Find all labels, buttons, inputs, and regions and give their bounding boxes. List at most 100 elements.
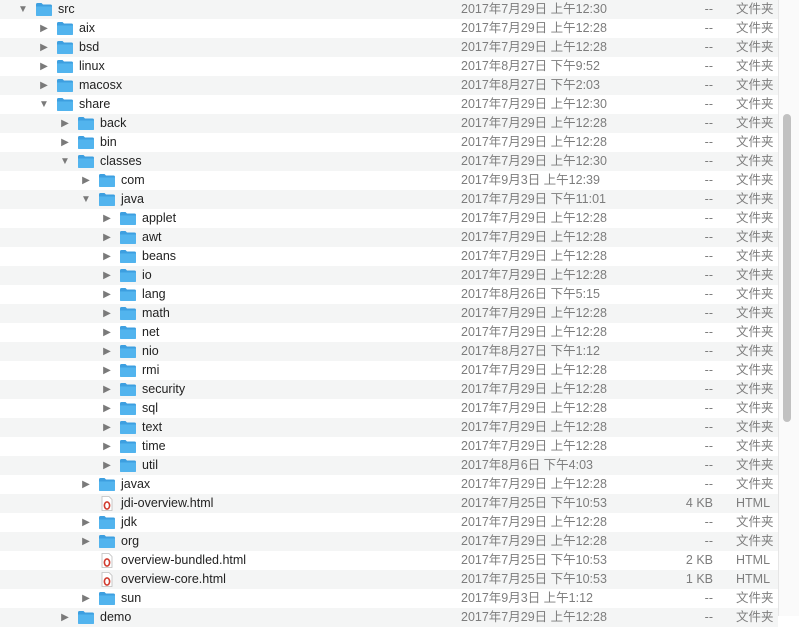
disclosure-triangle-right-icon[interactable]: ▶ [102, 399, 112, 418]
folder-row[interactable]: ▶ linux 2017年8月27日 下午9:52 -- 文件夹 [0, 57, 778, 76]
folder-row[interactable]: ▼ share 2017年7月29日 上午12:30 -- 文件夹 [0, 95, 778, 114]
item-name: net [142, 325, 160, 339]
disclosure-triangle-right-icon[interactable]: ▶ [102, 418, 112, 437]
disclosure-triangle-right-icon[interactable]: ▶ [102, 456, 112, 475]
disclosure-triangle-right-icon[interactable]: ▶ [102, 209, 112, 228]
folder-row[interactable]: ▶ rmi 2017年7月29日 上午12:28 -- 文件夹 [0, 361, 778, 380]
file-row[interactable]: overview-core.html 2017年7月25日 下午10:53 1 KB… [0, 570, 778, 589]
folder-row[interactable]: ▶ back 2017年7月29日 上午12:28 -- 文件夹 [0, 114, 778, 133]
item-size: -- [704, 59, 713, 73]
file-row[interactable]: overview-bundled.html 2017年7月25日 下午10:53 2… [0, 551, 778, 570]
folder-icon [119, 268, 137, 283]
folder-row[interactable]: ▶ bin 2017年7月29日 上午12:28 -- 文件夹 [0, 133, 778, 152]
disclosure-triangle-right-icon[interactable]: ▶ [102, 228, 112, 247]
disclosure-triangle-right-icon[interactable]: ▶ [102, 323, 112, 342]
item-name: nio [142, 344, 159, 358]
disclosure-triangle-right-icon[interactable]: ▶ [81, 532, 91, 551]
item-name: share [79, 97, 111, 111]
folder-row[interactable]: ▶ bsd 2017年7月29日 上午12:28 -- 文件夹 [0, 38, 778, 57]
html-file-icon [98, 572, 116, 587]
folder-row[interactable]: ▶ aix 2017年7月29日 上午12:28 -- 文件夹 [0, 19, 778, 38]
disclosure-triangle-right-icon[interactable]: ▶ [102, 285, 112, 304]
folder-row[interactable]: ▼ classes 2017年7月29日 上午12:30 -- 文件夹 [0, 152, 778, 171]
folder-row[interactable]: ▶ macosx 2017年8月27日 下午2:03 -- 文件夹 [0, 76, 778, 95]
folder-row[interactable]: ▶ time 2017年7月29日 上午12:28 -- 文件夹 [0, 437, 778, 456]
folder-icon [98, 173, 116, 188]
disclosure-triangle-right-icon[interactable]: ▶ [39, 19, 49, 38]
folder-icon [119, 306, 137, 321]
disclosure-triangle-right-icon[interactable]: ▶ [60, 608, 70, 627]
folder-row[interactable]: ▼ java 2017年7月29日 下午11:01 -- 文件夹 [0, 190, 778, 209]
disclosure-triangle-right-icon[interactable]: ▶ [102, 361, 112, 380]
item-size: -- [704, 610, 713, 624]
item-name: math [142, 306, 170, 320]
folder-row[interactable]: ▶ net 2017年7月29日 上午12:28 -- 文件夹 [0, 323, 778, 342]
item-kind: 文件夹 [736, 97, 774, 111]
folder-row[interactable]: ▶ text 2017年7月29日 上午12:28 -- 文件夹 [0, 418, 778, 437]
folder-row[interactable]: ▶ nio 2017年8月27日 下午1:12 -- 文件夹 [0, 342, 778, 361]
item-date-modified: 2017年7月29日 上午12:30 [461, 154, 607, 168]
item-size: -- [704, 534, 713, 548]
item-size: -- [704, 591, 713, 605]
folder-row[interactable]: ▶ util 2017年8月6日 下午4:03 -- 文件夹 [0, 456, 778, 475]
folder-row[interactable]: ▶ applet 2017年7月29日 上午12:28 -- 文件夹 [0, 209, 778, 228]
item-name: back [100, 116, 127, 130]
vertical-scrollbar[interactable] [778, 0, 799, 616]
disclosure-triangle-right-icon[interactable]: ▶ [60, 133, 70, 152]
folder-row[interactable]: ▶ beans 2017年7月29日 上午12:28 -- 文件夹 [0, 247, 778, 266]
item-kind: 文件夹 [736, 382, 774, 396]
disclosure-triangle-right-icon[interactable]: ▶ [102, 380, 112, 399]
folder-icon [77, 610, 95, 625]
folder-row[interactable]: ▶ math 2017年7月29日 上午12:28 -- 文件夹 [0, 304, 778, 323]
item-date-modified: 2017年8月27日 下午9:52 [461, 59, 600, 73]
folder-icon [119, 325, 137, 340]
folder-row[interactable]: ▶ jdk 2017年7月29日 上午12:28 -- 文件夹 [0, 513, 778, 532]
item-size: 1 KB [685, 572, 713, 586]
item-date-modified: 2017年7月29日 上午12:28 [461, 363, 607, 377]
disclosure-triangle-down-icon[interactable]: ▼ [81, 190, 91, 209]
item-size: -- [704, 116, 713, 130]
folder-row[interactable]: ▶ sun 2017年9月3日 上午1:12 -- 文件夹 [0, 589, 778, 608]
folder-row[interactable]: ▶ javax 2017年7月29日 上午12:28 -- 文件夹 [0, 475, 778, 494]
item-date-modified: 2017年7月29日 上午12:28 [461, 268, 607, 282]
file-row[interactable]: jdi-overview.html 2017年7月25日 下午10:53 4 KB H… [0, 494, 778, 513]
disclosure-triangle-down-icon[interactable]: ▼ [18, 0, 28, 19]
disclosure-triangle-right-icon[interactable]: ▶ [102, 342, 112, 361]
disclosure-triangle-right-icon[interactable]: ▶ [102, 437, 112, 456]
item-name: classes [100, 154, 142, 168]
item-date-modified: 2017年8月6日 下午4:03 [461, 458, 594, 472]
disclosure-triangle-right-icon[interactable]: ▶ [102, 266, 112, 285]
disclosure-triangle-right-icon[interactable]: ▶ [39, 76, 49, 95]
item-name: jdk [121, 515, 137, 529]
item-date-modified: 2017年7月25日 下午10:53 [461, 572, 607, 586]
folder-row[interactable]: ▶ com 2017年9月3日 上午12:39 -- 文件夹 [0, 171, 778, 190]
disclosure-triangle-right-icon[interactable]: ▶ [60, 114, 70, 133]
disclosure-triangle-down-icon[interactable]: ▼ [39, 95, 49, 114]
item-size: -- [704, 192, 713, 206]
item-name: lang [142, 287, 166, 301]
folder-row[interactable]: ▶ awt 2017年7月29日 上午12:28 -- 文件夹 [0, 228, 778, 247]
item-date-modified: 2017年7月29日 上午12:28 [461, 420, 607, 434]
folder-row[interactable]: ▶ sql 2017年7月29日 上午12:28 -- 文件夹 [0, 399, 778, 418]
disclosure-triangle-down-icon[interactable]: ▼ [60, 152, 70, 171]
item-kind: 文件夹 [736, 268, 774, 282]
folder-row[interactable]: ▶ io 2017年7月29日 上午12:28 -- 文件夹 [0, 266, 778, 285]
scrollbar-thumb[interactable] [783, 114, 791, 422]
folder-row[interactable]: ▶ demo 2017年7月29日 上午12:28 -- 文件夹 [0, 608, 778, 627]
item-size: -- [704, 439, 713, 453]
disclosure-triangle-right-icon[interactable]: ▶ [81, 589, 91, 608]
disclosure-triangle-right-icon[interactable]: ▶ [39, 38, 49, 57]
disclosure-triangle-right-icon[interactable]: ▶ [81, 475, 91, 494]
disclosure-triangle-right-icon[interactable]: ▶ [81, 513, 91, 532]
disclosure-triangle-right-icon[interactable]: ▶ [39, 57, 49, 76]
folder-row[interactable]: ▼ src 2017年7月29日 上午12:30 -- 文件夹 [0, 0, 778, 19]
item-date-modified: 2017年8月27日 下午2:03 [461, 78, 600, 92]
folder-row[interactable]: ▶ org 2017年7月29日 上午12:28 -- 文件夹 [0, 532, 778, 551]
disclosure-triangle-right-icon[interactable]: ▶ [81, 171, 91, 190]
disclosure-triangle-right-icon[interactable]: ▶ [102, 304, 112, 323]
item-size: 4 KB [685, 496, 713, 510]
disclosure-triangle-right-icon[interactable]: ▶ [102, 247, 112, 266]
folder-row[interactable]: ▶ lang 2017年8月26日 下午5:15 -- 文件夹 [0, 285, 778, 304]
file-list[interactable]: ▼ src 2017年7月29日 上午12:30 -- 文件夹 ▶ aix 2017年7月29… [0, 0, 778, 627]
folder-row[interactable]: ▶ security 2017年7月29日 上午12:28 -- 文件夹 [0, 380, 778, 399]
